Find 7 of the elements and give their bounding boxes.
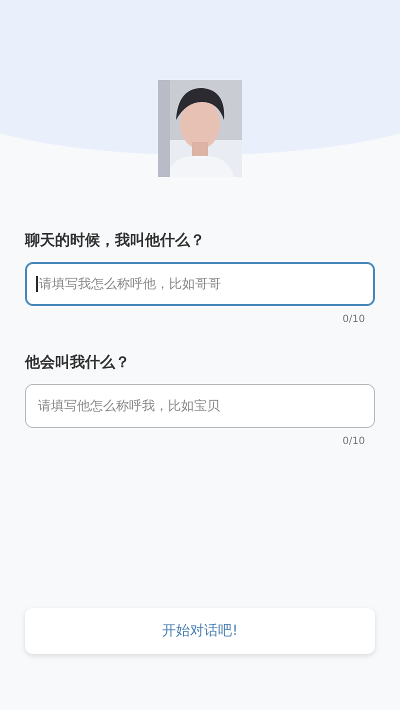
start-chat-button[interactable]: 开始对话吧! [25, 608, 375, 654]
character-count: 0/10 [342, 436, 365, 447]
input-field[interactable]: 请填写我怎么称呼他，比如哥哥 [25, 262, 375, 306]
character-count: 0/10 [342, 314, 365, 325]
question-label: 聊天的时候，我叫他什么？ [25, 231, 206, 250]
question-label: 他会叫我什么？ [25, 353, 131, 372]
input-field[interactable]: 请填写他怎么称呼我，比如宝贝 [25, 384, 375, 428]
